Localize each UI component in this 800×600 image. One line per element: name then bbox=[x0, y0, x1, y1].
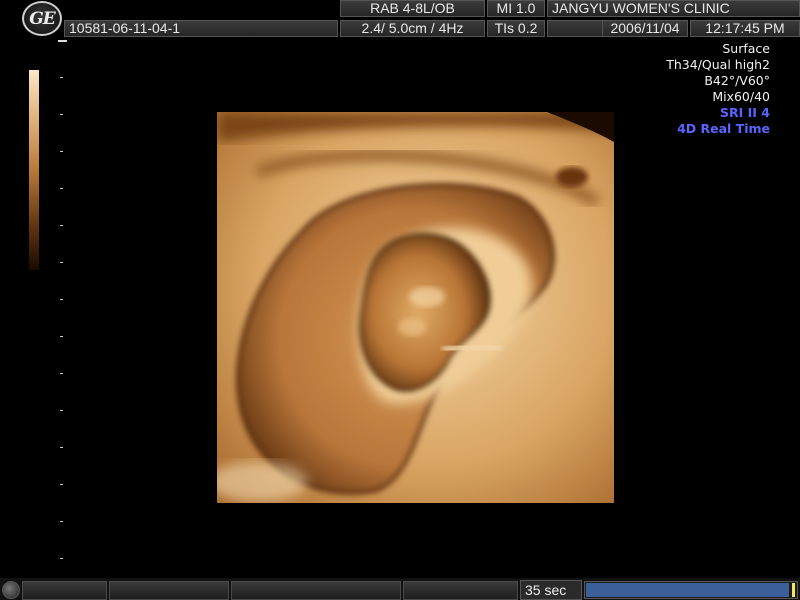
softkey-slot[interactable] bbox=[231, 581, 401, 600]
param-angles: B42°/V60° bbox=[704, 73, 770, 88]
roi-corner-marker bbox=[608, 497, 614, 503]
depth-tick bbox=[60, 225, 63, 226]
depth-tick bbox=[60, 262, 63, 263]
param-sri: SRI II 4 bbox=[720, 105, 770, 120]
softkey-slot[interactable] bbox=[403, 581, 518, 600]
softkey-slot[interactable] bbox=[109, 581, 229, 600]
depth-tick bbox=[60, 558, 63, 559]
depth-tick bbox=[60, 299, 63, 300]
mi-value: MI 1.0 bbox=[487, 0, 545, 17]
depth-tick bbox=[60, 447, 63, 448]
footer-bar: 35 sec bbox=[0, 578, 800, 600]
depth-scale bbox=[58, 40, 72, 560]
patient-id: 10581-06-11-04-1 bbox=[64, 20, 338, 37]
roi-corner-marker bbox=[608, 112, 614, 118]
ultrasound-image[interactable] bbox=[217, 112, 614, 503]
clinic-name: JANGYU WOMEN'S CLINIC bbox=[547, 0, 800, 17]
depth-tick bbox=[60, 373, 63, 374]
cine-progress-bar[interactable] bbox=[584, 581, 798, 599]
depth-tick bbox=[60, 521, 63, 522]
ultrasound-render-icon bbox=[217, 112, 614, 503]
roi-corner-marker bbox=[217, 112, 223, 118]
depth-tick bbox=[60, 336, 63, 337]
scan-parameters: Surface Th34/Qual high2 B42°/V60° Mix60/… bbox=[666, 41, 770, 137]
roi-corner-marker bbox=[217, 497, 223, 503]
depth-tick bbox=[58, 40, 67, 42]
header-bar: GE RAB 4-8L/OB MI 1.0 JANGYU WOMEN'S CLI… bbox=[0, 0, 800, 38]
tis-value: TIs 0.2 bbox=[487, 20, 545, 37]
trackball-icon[interactable] bbox=[2, 581, 20, 599]
depth-tick bbox=[60, 484, 63, 485]
cine-progress-fill bbox=[586, 583, 789, 597]
depth-tick bbox=[60, 410, 63, 411]
color-map-bar bbox=[29, 70, 39, 270]
depth-frequency: 2.4/ 5.0cm / 4Hz bbox=[340, 20, 485, 37]
depth-tick bbox=[60, 151, 63, 152]
param-mix: Mix60/40 bbox=[712, 89, 770, 104]
exam-date: 2006/11/04 bbox=[602, 20, 688, 37]
param-4d-mode: 4D Real Time bbox=[677, 121, 770, 136]
softkey-slot[interactable] bbox=[22, 581, 107, 600]
cine-cursor[interactable] bbox=[792, 583, 795, 597]
depth-tick bbox=[60, 114, 63, 115]
header-spacer bbox=[547, 20, 602, 37]
ge-logo-icon: GE bbox=[22, 1, 62, 36]
exam-time: 12:17:45 PM bbox=[690, 20, 800, 37]
probe-label: RAB 4-8L/OB bbox=[340, 0, 485, 17]
depth-tick bbox=[60, 77, 63, 78]
depth-tick bbox=[60, 188, 63, 189]
param-render-mode: Surface bbox=[722, 41, 770, 56]
param-threshold-quality: Th34/Qual high2 bbox=[666, 57, 770, 72]
cine-timer: 35 sec bbox=[520, 580, 582, 600]
